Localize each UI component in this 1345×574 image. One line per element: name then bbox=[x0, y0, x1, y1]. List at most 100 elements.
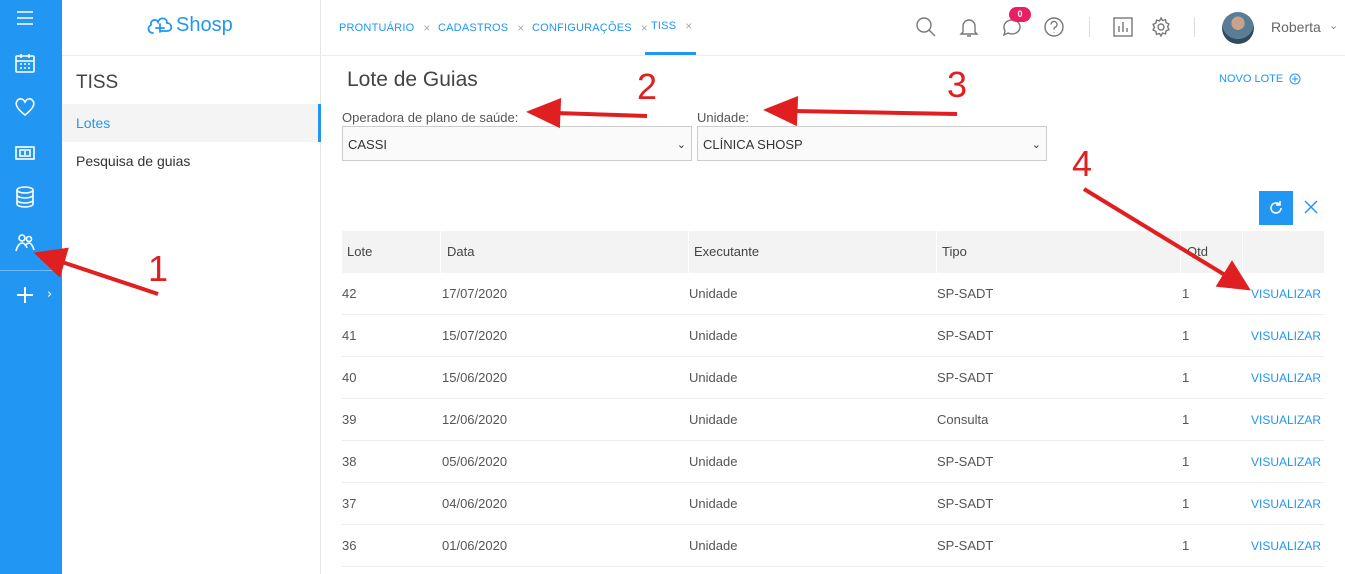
unidade-label: Unidade: bbox=[697, 110, 750, 125]
menu-icon[interactable] bbox=[12, 5, 38, 31]
cell-tipo: Consulta bbox=[937, 412, 989, 427]
cell-qtd: 1 bbox=[1182, 538, 1190, 553]
table-row: 36 01/06/2020 Unidade SP-SADT 1 VISUALIZAR bbox=[342, 525, 1324, 567]
cell-executante: Unidade bbox=[689, 454, 738, 469]
logo[interactable]: Shosp bbox=[146, 13, 233, 37]
tab-label: TISS bbox=[651, 20, 677, 32]
visualizar-link[interactable]: VISUALIZAR bbox=[1251, 441, 1321, 483]
gear-icon[interactable] bbox=[1149, 15, 1173, 39]
table-header: Lote Data Executante Tipo Qtd bbox=[342, 231, 1324, 273]
column-divider bbox=[1180, 231, 1181, 273]
visualizar-link[interactable]: VISUALIZAR bbox=[1251, 483, 1321, 525]
cell-tipo: SP-SADT bbox=[937, 454, 994, 469]
visualizar-link[interactable]: VISUALIZAR bbox=[1251, 273, 1321, 315]
tab-prontuario[interactable]: PRONTUÁRIO × bbox=[339, 0, 431, 56]
sidebar-item-lotes[interactable]: Lotes bbox=[62, 104, 321, 142]
cell-executante: Unidade bbox=[689, 538, 738, 553]
cell-qtd: 1 bbox=[1182, 412, 1190, 427]
sidebar: Shosp TISS Lotes Pesquisa de guias bbox=[62, 0, 321, 574]
cell-data: 05/06/2020 bbox=[442, 454, 508, 469]
cell-executante: Unidade bbox=[689, 328, 738, 343]
visualizar-link[interactable]: VISUALIZAR bbox=[1251, 399, 1321, 441]
cell-qtd: 1 bbox=[1182, 454, 1190, 469]
tab-close-icon[interactable]: × bbox=[517, 21, 524, 35]
column-header-qtd[interactable]: Qtd bbox=[1182, 231, 1208, 273]
tab-close-icon[interactable]: × bbox=[423, 21, 430, 35]
table-row: 42 17/07/2020 Unidade SP-SADT 1 VISUALIZAR bbox=[342, 273, 1324, 315]
plus-icon[interactable] bbox=[12, 282, 38, 308]
unidade-value: CLÍNICA SHOSP bbox=[703, 137, 803, 152]
novo-lote-button[interactable]: NOVO LOTE bbox=[1219, 73, 1301, 85]
cell-lote: 41 bbox=[342, 328, 357, 343]
cell-data: 04/06/2020 bbox=[442, 496, 508, 511]
visualizar-link[interactable]: VISUALIZAR bbox=[1251, 357, 1321, 399]
money-icon[interactable] bbox=[12, 140, 38, 166]
cell-lote: 36 bbox=[342, 538, 357, 553]
annotation-label: 3 bbox=[947, 64, 968, 105]
tiss-icon[interactable] bbox=[12, 230, 38, 256]
heart-icon[interactable] bbox=[12, 94, 38, 120]
cloud-logo-icon bbox=[147, 17, 173, 34]
header-divider bbox=[1089, 17, 1090, 37]
user-name[interactable]: Roberta bbox=[1271, 19, 1321, 35]
cell-data: 12/06/2020 bbox=[442, 412, 508, 427]
annotation-arrow bbox=[555, 111, 648, 118]
module-title: TISS bbox=[76, 72, 119, 93]
cell-executante: Unidade bbox=[689, 496, 738, 511]
visualizar-link[interactable]: VISUALIZAR bbox=[1251, 315, 1321, 357]
bell-icon[interactable] bbox=[957, 15, 981, 39]
sidebar-item-pesquisa-de-guias[interactable]: Pesquisa de guias bbox=[62, 142, 321, 180]
refresh-button[interactable] bbox=[1259, 191, 1293, 225]
cell-tipo: SP-SADT bbox=[937, 496, 994, 511]
column-header-lote[interactable]: Lote bbox=[342, 231, 372, 273]
annotation-label: 1 bbox=[148, 248, 169, 289]
cell-data: 15/07/2020 bbox=[442, 328, 508, 343]
column-header-data[interactable]: Data bbox=[442, 231, 474, 273]
avatar[interactable] bbox=[1222, 12, 1254, 44]
cell-lote: 38 bbox=[342, 454, 357, 469]
rail-divider bbox=[0, 270, 62, 271]
chevron-down-icon[interactable]: ⌄ bbox=[1329, 19, 1338, 32]
cell-lote: 37 bbox=[342, 496, 357, 511]
database-icon[interactable] bbox=[12, 184, 38, 210]
clear-filter-button[interactable] bbox=[1300, 196, 1322, 218]
annotation-label: 4 bbox=[1072, 143, 1093, 184]
calendar-icon[interactable] bbox=[12, 50, 38, 76]
annotation-arrowhead bbox=[526, 98, 562, 129]
unidade-select[interactable]: CLÍNICA SHOSP ⌄ bbox=[697, 126, 1047, 161]
annotation-arrow bbox=[792, 109, 958, 116]
cell-executante: Unidade bbox=[689, 286, 738, 301]
visualizar-link[interactable]: VISUALIZAR bbox=[1251, 525, 1321, 567]
cell-executante: Unidade bbox=[689, 412, 738, 427]
reports-icon[interactable] bbox=[1111, 15, 1135, 39]
cell-tipo: SP-SADT bbox=[937, 370, 994, 385]
sidebar-divider bbox=[62, 55, 321, 56]
column-header-executante[interactable]: Executante bbox=[689, 231, 759, 273]
tab-configuracoes[interactable]: CONFIGURAÇÕES × bbox=[532, 0, 648, 56]
cell-lote: 39 bbox=[342, 412, 357, 427]
chevron-down-icon: ⌄ bbox=[676, 138, 686, 151]
tab-close-icon[interactable]: × bbox=[685, 19, 692, 33]
help-icon[interactable] bbox=[1042, 15, 1066, 39]
tab-tiss[interactable]: TISS × bbox=[645, 0, 697, 55]
annotation-label: 2 bbox=[637, 66, 658, 107]
table-row: 41 15/07/2020 Unidade SP-SADT 1 VISUALIZAR bbox=[342, 315, 1324, 357]
cell-qtd: 1 bbox=[1182, 286, 1190, 301]
cell-qtd: 1 bbox=[1182, 370, 1190, 385]
expand-chevron-icon[interactable]: › bbox=[47, 287, 52, 302]
column-divider bbox=[440, 231, 441, 273]
table-row: 37 04/06/2020 Unidade SP-SADT 1 VISUALIZAR bbox=[342, 483, 1324, 525]
annotation-arrowhead bbox=[763, 96, 799, 127]
cell-qtd: 1 bbox=[1182, 328, 1190, 343]
column-divider bbox=[1242, 231, 1243, 273]
tab-label: CONFIGURAÇÕES bbox=[532, 22, 632, 34]
search-icon[interactable] bbox=[914, 15, 938, 39]
novo-lote-label: NOVO LOTE bbox=[1219, 73, 1284, 85]
cell-tipo: SP-SADT bbox=[937, 538, 994, 553]
tab-cadastros[interactable]: CADASTROS × bbox=[438, 0, 524, 56]
cell-data: 15/06/2020 bbox=[442, 370, 508, 385]
cell-executante: Unidade bbox=[689, 370, 738, 385]
column-header-tipo[interactable]: Tipo bbox=[937, 231, 967, 273]
operadora-select[interactable]: CASSI ⌄ bbox=[342, 126, 692, 161]
header-divider bbox=[1194, 17, 1195, 37]
